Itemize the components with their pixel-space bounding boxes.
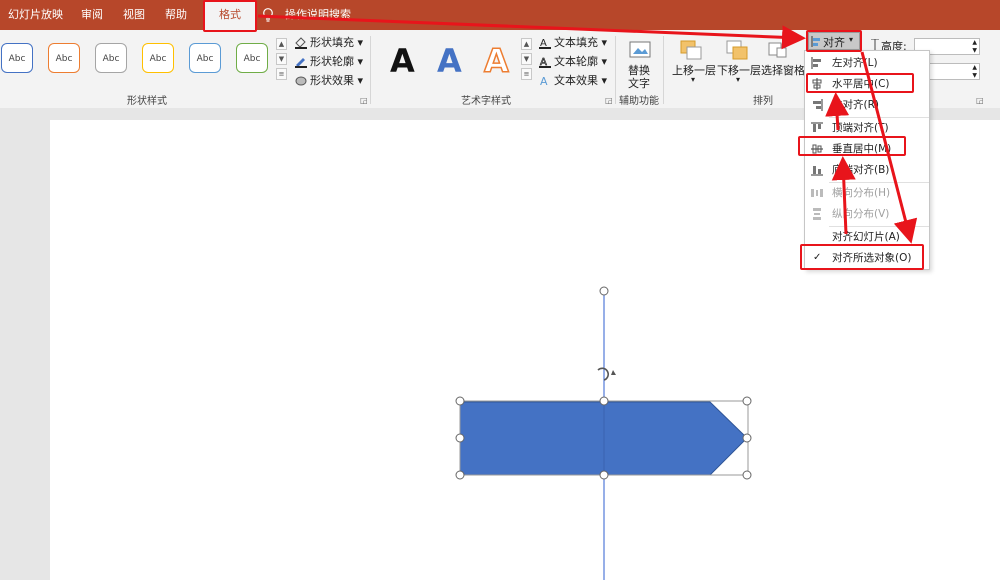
menu-item-label: 右对齐(R)	[832, 99, 879, 111]
menu-item-label: 底端对齐(B)	[832, 164, 890, 176]
annotation-box-align-middle	[798, 136, 906, 156]
align-bottom-icon	[811, 166, 823, 176]
rotate-handle-icon	[597, 367, 610, 381]
line-endpoint-handle	[599, 286, 609, 296]
menu-item-align-right[interactable]: 右对齐(R)	[805, 95, 929, 115]
menu-item-label: 横向分布(H)	[832, 187, 891, 199]
menu-item-label: 纵向分布(V)	[832, 208, 890, 220]
align-top-icon	[811, 122, 823, 132]
menu-item-label: 顶端对齐(T)	[832, 122, 889, 134]
align-right-icon	[813, 99, 823, 111]
distribute-vertical-icon	[813, 208, 821, 220]
menu-item-align-bottom[interactable]: 底端对齐(B)	[805, 160, 929, 180]
annotation-box-align-center	[806, 73, 914, 93]
align-left-icon	[811, 57, 821, 69]
menu-item-distribute-horizontally: 横向分布(H)	[805, 183, 929, 203]
menu-item-distribute-vertically: 纵向分布(V)	[805, 204, 929, 224]
menu-item-align-left[interactable]: 左对齐(L)	[805, 53, 929, 73]
annotation-box-format-tab	[203, 0, 257, 32]
menu-item-label: 左对齐(L)	[832, 57, 878, 69]
distribute-horizontal-icon	[811, 189, 823, 197]
annotation-box-align-button	[806, 30, 862, 52]
annotation-box-align-selected	[800, 244, 924, 270]
menu-item-align-top[interactable]: 顶端对齐(T)	[805, 118, 929, 138]
